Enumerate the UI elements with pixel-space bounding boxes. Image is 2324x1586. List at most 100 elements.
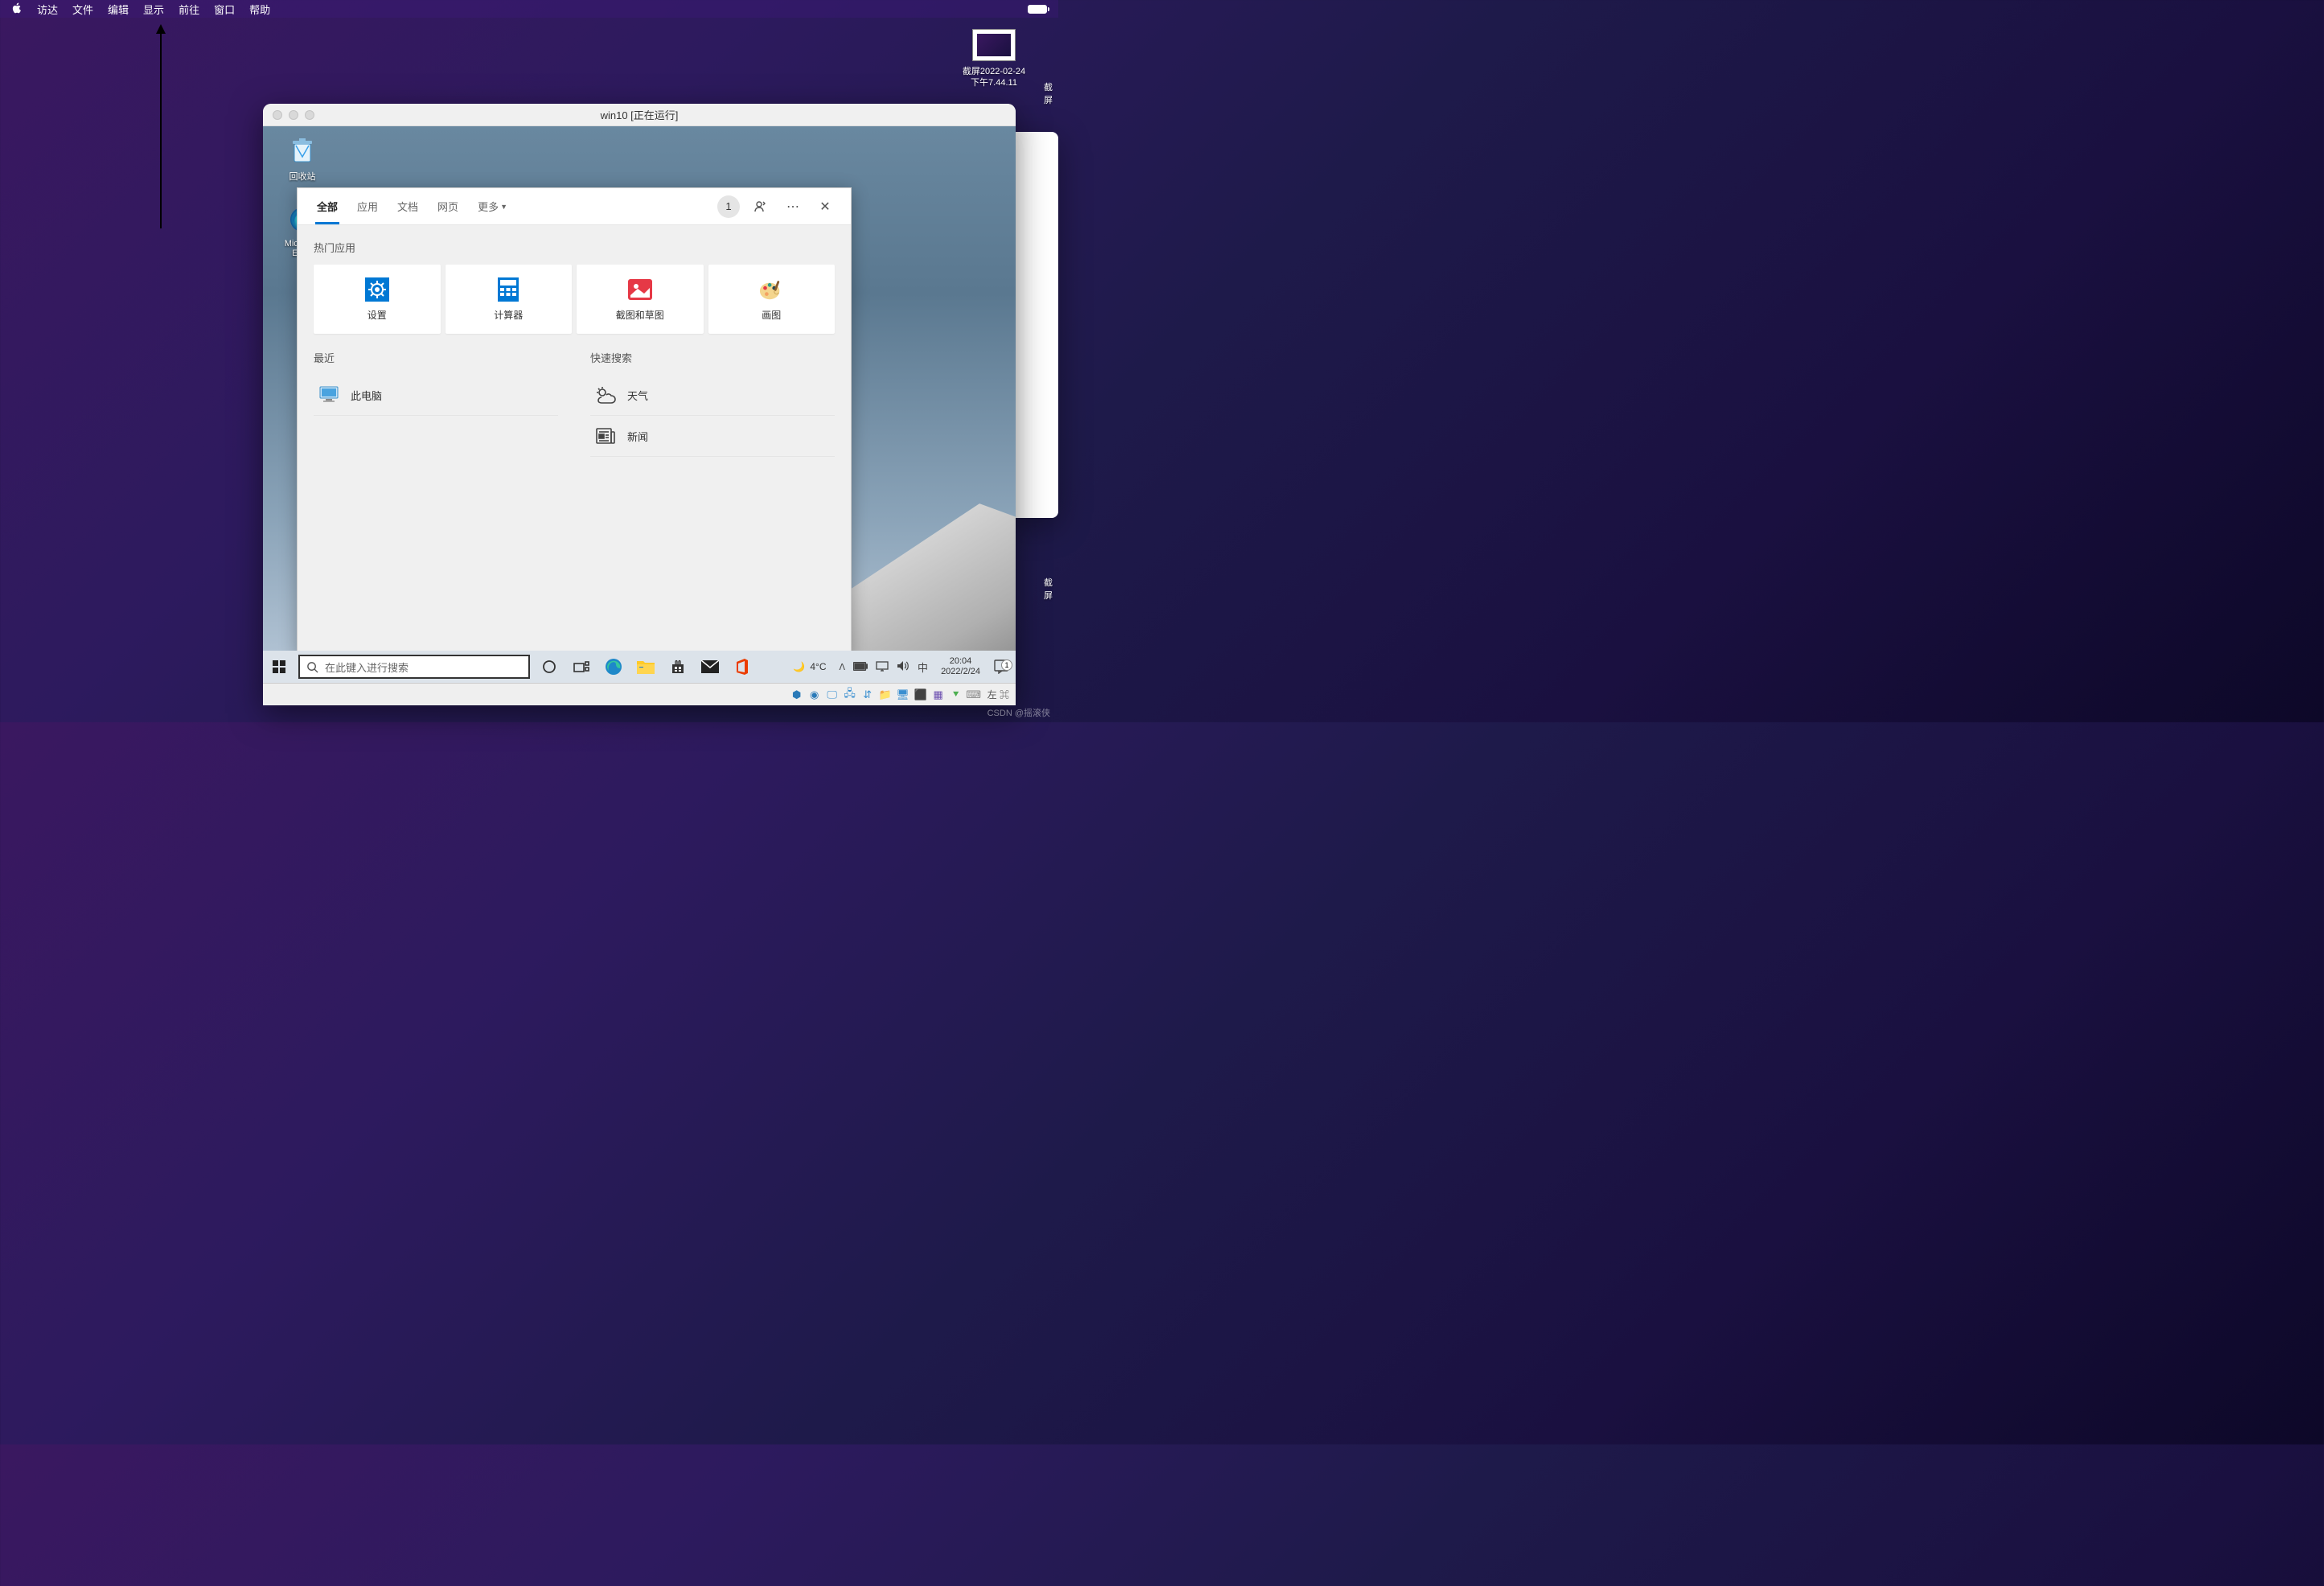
- tab-more[interactable]: 更多▼: [468, 188, 517, 224]
- settings-icon: [365, 277, 389, 302]
- vm-shared-icon[interactable]: 📁: [878, 688, 893, 702]
- search-placeholder: 在此键入进行搜索: [325, 659, 409, 675]
- menu-finder[interactable]: 访达: [37, 2, 58, 17]
- vm-mouse-icon[interactable]: ⯆: [949, 688, 963, 702]
- windows-taskbar: 在此键入进行搜索 🌙 4°C ᐱ 中 20:04 2: [263, 651, 1016, 683]
- menu-go[interactable]: 前往: [179, 2, 199, 17]
- tray-volume-icon[interactable]: [897, 660, 909, 674]
- calculator-icon: [496, 277, 520, 302]
- recent-heading: 最近: [314, 350, 558, 365]
- start-button[interactable]: [263, 651, 295, 683]
- vm-display-icon[interactable]: 🖥: [896, 688, 910, 702]
- vm-hdd-icon[interactable]: ⬢: [790, 688, 804, 702]
- clock-date: 2022/2/24: [941, 667, 980, 677]
- moon-icon: 🌙: [793, 661, 805, 672]
- quick-item-weather[interactable]: 天气: [590, 375, 835, 416]
- taskbar-office[interactable]: [726, 651, 758, 683]
- quick-item-news[interactable]: 新闻: [590, 416, 835, 457]
- battery-icon[interactable]: [1028, 5, 1047, 14]
- search-tabs: 全部 应用 文档 网页 更多▼ 1 ⋯ ✕: [298, 188, 851, 225]
- virtualbox-window: win10 [正在运行] 回收站 Microsoft Edge 全部 应用 文档…: [263, 104, 1016, 705]
- list-item-label: 新闻: [627, 429, 648, 444]
- desktop-screenshot-partial[interactable]: 截屏: [1044, 80, 1060, 106]
- vm-network-icon[interactable]: 🖧: [843, 688, 857, 702]
- app-card-label: 设置: [367, 308, 387, 322]
- app-card-snip[interactable]: 截图和草图: [577, 265, 704, 334]
- news-icon: [595, 425, 616, 446]
- app-card-label: 画图: [762, 308, 781, 322]
- list-item-label: 天气: [627, 388, 648, 403]
- vm-keyboard-icon[interactable]: ⌨: [967, 688, 981, 702]
- recent-item-this-pc[interactable]: 此电脑: [314, 375, 558, 416]
- taskbar-mail[interactable]: [694, 651, 726, 683]
- vm-cpu-icon[interactable]: ▦: [931, 688, 946, 702]
- vm-audio-icon[interactable]: 🖵: [825, 688, 840, 702]
- tab-docs[interactable]: 文档: [388, 188, 428, 224]
- app-card-calculator[interactable]: 计算器: [446, 265, 573, 334]
- app-card-settings[interactable]: 设置: [314, 265, 441, 334]
- desktop-screenshot-1[interactable]: 截屏2022-02-24 下午7.44.11: [962, 29, 1026, 89]
- taskbar-edge[interactable]: [597, 651, 630, 683]
- app-card-paint[interactable]: 画图: [708, 265, 836, 334]
- recycle-bin-label: 回收站: [274, 170, 331, 183]
- search-flyout: 全部 应用 文档 网页 更多▼ 1 ⋯ ✕ 热门应用 设置: [297, 187, 852, 657]
- snip-icon: [628, 277, 652, 302]
- search-input[interactable]: 在此键入进行搜索: [298, 655, 530, 679]
- vm-usb-icon[interactable]: ⇵: [860, 688, 875, 702]
- clock-time: 20:04: [941, 656, 980, 667]
- desktop-icon-label: 截屏2022-02-24 下午7.44.11: [962, 66, 1026, 89]
- close-icon[interactable]: ✕: [809, 199, 841, 215]
- vm-optical-icon[interactable]: ◉: [807, 688, 822, 702]
- tray-network-icon[interactable]: [876, 660, 889, 674]
- menu-edit[interactable]: 编辑: [108, 2, 129, 17]
- vm-hostkey: 左 ⌘: [987, 688, 1009, 701]
- list-item-label: 此电脑: [351, 388, 382, 403]
- chevron-down-icon: ▼: [500, 203, 507, 211]
- app-card-label: 截图和草图: [616, 308, 664, 322]
- mac-menubar: 访达 文件 编辑 显示 前往 窗口 帮助: [0, 0, 1058, 18]
- taskbar-weather[interactable]: 🌙 4°C: [786, 661, 832, 672]
- tab-all[interactable]: 全部: [307, 188, 347, 224]
- taskbar-store[interactable]: [662, 651, 694, 683]
- recycle-bin-icon: [286, 134, 318, 166]
- notification-center[interactable]: 1: [987, 659, 1016, 674]
- notification-badge: 1: [1001, 659, 1012, 671]
- menu-file[interactable]: 文件: [72, 2, 93, 17]
- apple-logo-icon[interactable]: [11, 2, 23, 16]
- app-card-label: 计算器: [494, 308, 523, 322]
- quick-search-heading: 快速搜索: [590, 350, 835, 365]
- vm-record-icon[interactable]: ⬛: [914, 688, 928, 702]
- tray-battery-icon[interactable]: [853, 661, 868, 673]
- taskbar-explorer[interactable]: [630, 651, 662, 683]
- tab-apps[interactable]: 应用: [347, 188, 388, 224]
- menu-view[interactable]: 显示: [143, 2, 164, 17]
- menu-help[interactable]: 帮助: [249, 2, 270, 17]
- desktop-screenshot-partial[interactable]: 截屏: [1044, 576, 1060, 602]
- rewards-badge[interactable]: 1: [717, 195, 740, 218]
- this-pc-icon: [318, 384, 339, 405]
- background-window: [1010, 132, 1058, 518]
- paint-icon: [759, 277, 783, 302]
- tray-ime[interactable]: 中: [918, 659, 928, 675]
- more-options-icon[interactable]: ⋯: [777, 199, 809, 215]
- search-icon: [306, 661, 318, 673]
- taskview-button[interactable]: [565, 651, 597, 683]
- tray-chevron-up-icon[interactable]: ᐱ: [840, 662, 846, 672]
- weather-temp: 4°C: [810, 661, 826, 672]
- cortana-button[interactable]: [533, 651, 565, 683]
- windows-desktop[interactable]: 回收站 Microsoft Edge 全部 应用 文档 网页 更多▼ 1 ⋯ ✕…: [263, 126, 1016, 683]
- vm-statusbar: ⬢ ◉ 🖵 🖧 ⇵ 📁 🖥 ⬛ ▦ ⯆ ⌨ 左 ⌘: [263, 683, 1016, 705]
- taskbar-clock[interactable]: 20:04 2022/2/24: [934, 656, 987, 677]
- recycle-bin[interactable]: 回收站: [274, 134, 331, 183]
- watermark: CSDN @摇滚侠: [987, 706, 1050, 719]
- tab-web[interactable]: 网页: [428, 188, 468, 224]
- weather-icon: [595, 384, 616, 405]
- vm-titlebar[interactable]: win10 [正在运行]: [263, 104, 1016, 126]
- feedback-icon[interactable]: [745, 199, 777, 214]
- annotation-arrow: [160, 26, 162, 228]
- search-body: 热门应用 设置 计算器 截图和草图: [298, 225, 851, 656]
- top-apps-heading: 热门应用: [314, 240, 835, 255]
- vm-window-title: win10 [正在运行]: [263, 107, 1016, 122]
- system-tray: ᐱ 中: [833, 659, 935, 675]
- menu-window[interactable]: 窗口: [214, 2, 235, 17]
